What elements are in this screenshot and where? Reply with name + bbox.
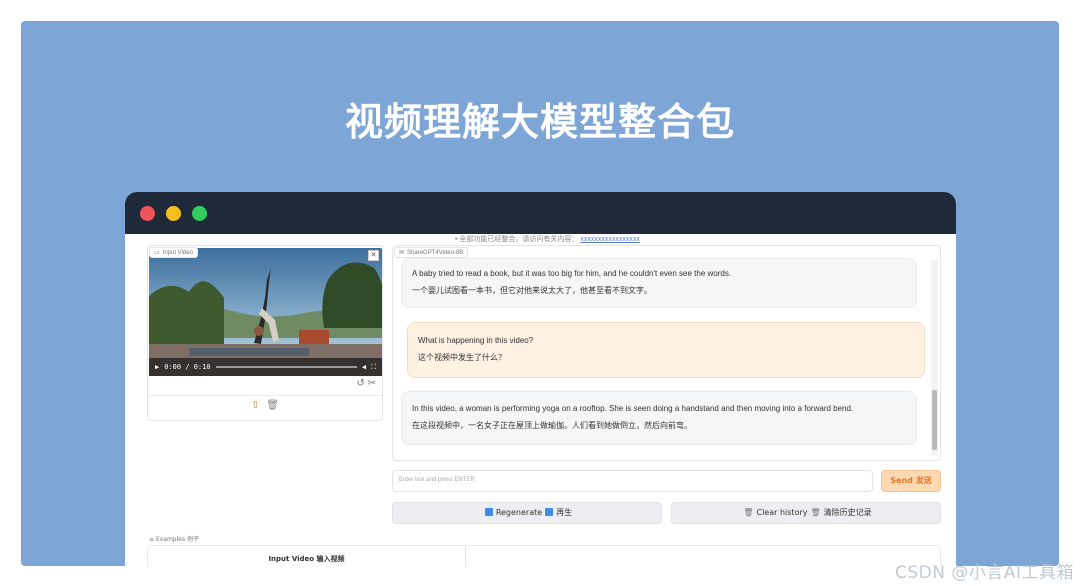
- video-upload-row: ⇧ 🗑: [148, 400, 382, 411]
- video-frame[interactable]: [149, 248, 382, 376]
- maximize-window-dot[interactable]: [192, 206, 207, 221]
- video-tools: ↺ ✂: [148, 378, 382, 396]
- clear-label-zh: 清除历史记录: [823, 508, 872, 517]
- minimize-window-dot[interactable]: [166, 206, 181, 221]
- play-icon[interactable]: ▶: [155, 363, 159, 371]
- examples-column-header: Input Video 输入视频: [148, 546, 466, 566]
- clear-history-button[interactable]: 🗑 Clear history 🗑 清除历史记录: [671, 502, 941, 524]
- regenerate-label-en: Regenerate: [495, 508, 543, 517]
- message-en: A baby tried to read a book, but it was …: [412, 269, 732, 278]
- message-en: In this video, a woman is performing yog…: [412, 404, 854, 413]
- video-controls: ▶ 0:00 / 0:10 ◀ ⛶: [149, 358, 382, 376]
- regenerate-icon: [545, 508, 554, 516]
- message-en: What is happening in this video?: [418, 336, 534, 345]
- scissors-icon[interactable]: ✂: [368, 378, 376, 389]
- regenerate-icon: [484, 508, 493, 516]
- clear-label-en: Clear history: [756, 508, 808, 517]
- close-window-dot[interactable]: [140, 206, 155, 221]
- examples-table: Input Video 输入视频: [147, 545, 941, 566]
- video-camera-icon: ▭: [154, 250, 160, 256]
- top-notice: • 全部功能已经整合，请访问有关内容： xxxxxxxxxxxxxxxxx: [455, 234, 640, 244]
- watermark: CSDN @小言AI工具箱: [894, 563, 1074, 583]
- input-video-panel: ▭ Input Video ✕ ▶ 0:00 / 0:10 ◀ ⛶ ↺ ✂ ⇧ …: [147, 245, 383, 421]
- banner: 视频理解大模型整合包 • 全部功能已经整合，请访问有关内容： xxxxxxxxx…: [21, 21, 1059, 566]
- chat-icon: ✉: [399, 250, 405, 256]
- banner-title: 视频理解大模型整合包: [344, 100, 735, 144]
- video-time: 0:00 / 0:10: [164, 363, 211, 371]
- message-zh: 在这段视频中，一名女子正在屋顶上做瑜伽。人们看到她做倒立，然后向前弯。: [412, 421, 692, 430]
- examples-icon: ≡: [149, 536, 156, 543]
- examples-label: ≡ Examples 例子: [149, 534, 199, 543]
- undo-icon[interactable]: ↺: [356, 378, 364, 389]
- chat-message-bot: A baby tried to read a book, but it was …: [401, 258, 917, 308]
- top-notice-link[interactable]: xxxxxxxxxxxxxxxxx: [580, 236, 640, 243]
- chat-scrollbar[interactable]: [931, 260, 938, 456]
- message-zh: 这个视频中发生了什么？: [418, 353, 506, 362]
- video-frame-image: [149, 248, 382, 376]
- trash-icon[interactable]: 🗑: [266, 400, 279, 411]
- chatbot-label-text: ShareGPT4Video-8B: [407, 249, 464, 256]
- trash-icon: 🗑: [810, 508, 821, 517]
- input-video-label-text: Input Video: [162, 249, 193, 256]
- chatbot-panel: ✉ ShareGPT4Video-8B A baby tried to read…: [392, 245, 941, 461]
- app-window: • 全部功能已经整合，请访问有关内容： xxxxxxxxxxxxxxxxx ▭ …: [125, 192, 956, 566]
- window-titlebar: [125, 192, 956, 234]
- video-progress-bar[interactable]: [215, 366, 357, 368]
- regenerate-button[interactable]: Regenerate 再生: [392, 502, 662, 524]
- input-video-label: ▭ Input Video: [149, 247, 198, 258]
- upload-icon[interactable]: ⇧: [251, 400, 259, 411]
- volume-icon[interactable]: ◀: [362, 363, 366, 371]
- examples-label-text: Examples 例子: [155, 536, 200, 543]
- message-input[interactable]: Enter text and press ENTER: [392, 470, 873, 492]
- regenerate-label-zh: 再生: [556, 508, 573, 517]
- message-zh: 一个婴儿试图看一本书，但它对他来说太大了，他甚至看不到文字。: [412, 286, 652, 295]
- chat-message-user: What is happening in this video? 这个视频中发生…: [407, 322, 925, 378]
- send-button[interactable]: Send 发送: [881, 470, 941, 492]
- top-notice-text: • 全部功能已经整合，请访问有关内容：: [455, 236, 579, 243]
- chat-message-bot: In this video, a woman is performing yog…: [401, 391, 917, 445]
- chatbot-label: ✉ ShareGPT4Video-8B: [394, 247, 469, 258]
- close-icon[interactable]: ✕: [368, 250, 379, 261]
- trash-icon: 🗑: [743, 508, 754, 517]
- fullscreen-icon[interactable]: ⛶: [371, 363, 376, 372]
